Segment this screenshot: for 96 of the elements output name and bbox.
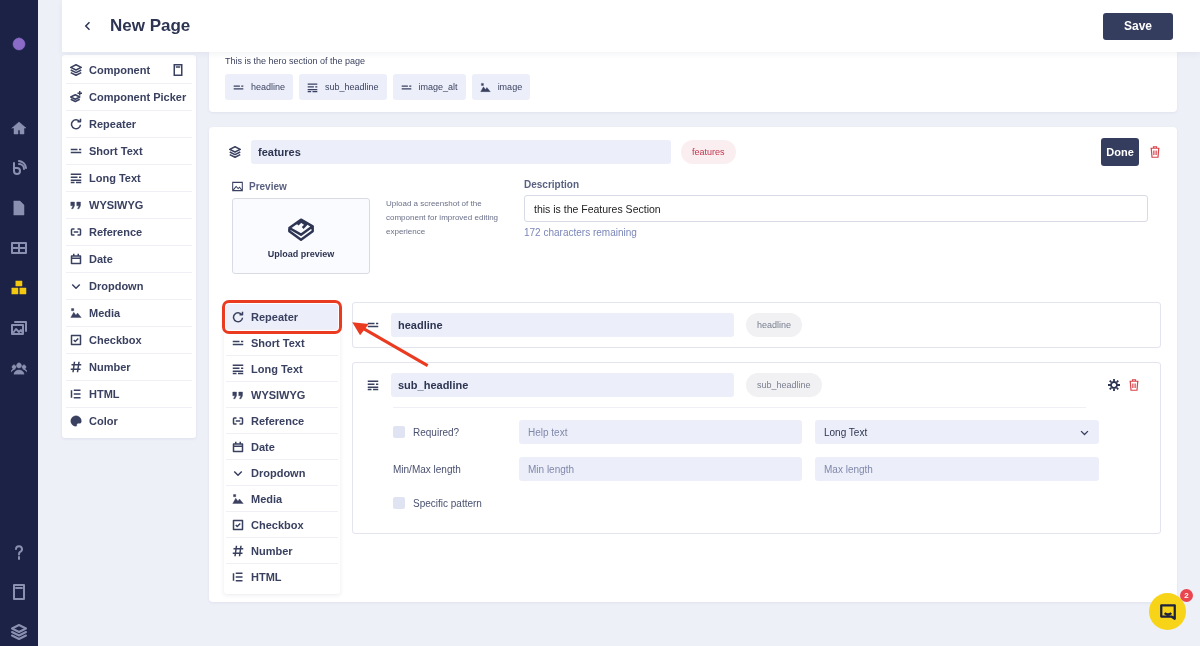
link-icon (232, 414, 244, 427)
min-max-label: Min/Max length (393, 463, 462, 475)
cubes-icon[interactable] (11, 280, 27, 296)
grid-icon[interactable] (11, 240, 27, 256)
lines-icon (307, 81, 319, 93)
palette-item[interactable]: Dropdown (66, 273, 192, 300)
logo-icon[interactable] (11, 36, 27, 52)
image-icon (232, 180, 243, 192)
list-icon (70, 388, 82, 400)
type-select[interactable]: Long Text (815, 420, 1099, 444)
settings-icon[interactable] (1108, 379, 1120, 391)
field-name-field[interactable]: sub_headline (391, 373, 734, 397)
required-label: Required? (413, 426, 460, 438)
help-text-field[interactable]: Help text (519, 420, 802, 444)
users-icon[interactable] (11, 360, 27, 376)
lines-icon (70, 172, 82, 184)
page-title: New Page (110, 16, 192, 36)
description-field[interactable]: this is the Features Section (524, 195, 1148, 222)
hash-icon (70, 361, 82, 373)
palette-item[interactable]: Component Picker (66, 84, 192, 111)
link-icon (70, 226, 82, 238)
palette-icon (70, 415, 82, 427)
api-id-badge: features (681, 140, 736, 164)
max-length-field[interactable]: Max length (815, 457, 1099, 481)
field-type-item[interactable]: WYSIWYG (226, 382, 338, 408)
layers-icon (70, 64, 82, 76)
save-button[interactable]: Save (1103, 12, 1173, 40)
trash-icon[interactable] (1128, 379, 1140, 391)
checkbox-icon (232, 518, 244, 531)
chat-button[interactable] (1149, 593, 1186, 630)
field-type-item[interactable]: Short Text (226, 330, 338, 356)
document-icon[interactable] (11, 200, 27, 216)
image-icon (232, 492, 244, 505)
field-type-item[interactable]: Reference (226, 408, 338, 434)
image-icon (479, 81, 491, 93)
home-icon[interactable] (11, 120, 27, 136)
palette-item[interactable]: Short Text (66, 138, 192, 165)
component-description: This is the hero section of the page (225, 56, 367, 66)
done-button[interactable]: Done (1101, 138, 1139, 166)
field-type-item[interactable]: Date (226, 434, 338, 460)
component-name-field[interactable]: features (251, 140, 671, 164)
field-type-item[interactable]: Long Text (226, 356, 338, 382)
image-icon (70, 307, 82, 319)
description-label: Description (524, 179, 580, 190)
feed-icon[interactable] (11, 160, 27, 176)
pattern-label: Specific pattern (413, 497, 482, 509)
book-icon[interactable] (11, 584, 27, 600)
quote-icon (232, 388, 244, 401)
images-icon[interactable] (11, 320, 27, 336)
checkbox-icon (70, 334, 82, 346)
palette-item[interactable]: HTML (66, 381, 192, 408)
palette-item[interactable]: Color (66, 408, 192, 434)
chat-icon (1158, 602, 1177, 621)
field-type-item[interactable]: Dropdown (226, 460, 338, 486)
layers-plus-icon (70, 91, 82, 103)
palette-item[interactable]: Checkbox (66, 327, 192, 354)
book-icon[interactable] (172, 64, 184, 76)
character-counter: 172 characters remaining (524, 227, 638, 238)
field-type-item[interactable]: HTML (226, 564, 338, 590)
lines-icon (232, 362, 244, 375)
quote-icon (70, 199, 82, 211)
refresh-icon (70, 118, 82, 130)
palette-item[interactable]: Media (66, 300, 192, 327)
field-chip[interactable]: image_alt (392, 74, 466, 100)
upload-preview-button[interactable]: Upload preview (232, 198, 370, 274)
palette-item[interactable]: WYSIWYG (66, 192, 192, 219)
palette-item[interactable]: Component (66, 57, 192, 84)
list-icon (232, 571, 244, 583)
api-id-badge: sub_headline (746, 373, 822, 397)
layers-icon[interactable] (11, 624, 27, 640)
required-checkbox[interactable] (393, 426, 405, 438)
palette-item[interactable]: Date (66, 246, 192, 273)
field-type-item[interactable]: Checkbox (226, 512, 338, 538)
calendar-icon (70, 253, 82, 265)
refresh-icon (232, 310, 244, 323)
lines-icon[interactable] (367, 379, 379, 391)
api-id-badge: headline (746, 313, 803, 337)
field-name-field[interactable]: headline (391, 313, 734, 337)
palette-item[interactable]: Long Text (66, 165, 192, 192)
palette-item[interactable]: Repeater (66, 111, 192, 138)
min-length-field[interactable]: Min length (519, 457, 802, 481)
field-type-item[interactable]: Media (226, 486, 338, 512)
pattern-checkbox[interactable] (393, 497, 405, 509)
palette-item[interactable]: Reference (66, 219, 192, 246)
field-chip[interactable]: sub_headline (299, 74, 387, 100)
field-chip[interactable]: image (471, 74, 531, 100)
preview-label: Preview (249, 180, 287, 192)
field-chip[interactable]: headline (225, 74, 294, 100)
layers-icon (229, 146, 241, 158)
notification-badge: 2 (1180, 589, 1193, 602)
calendar-icon (232, 440, 244, 453)
hash-icon (232, 544, 244, 557)
palette-item[interactable]: Number (66, 354, 192, 381)
field-type-item[interactable]: Number (226, 538, 338, 564)
upload-hint: Upload a screenshot of the component for improved editing experience (386, 198, 500, 238)
trash-icon[interactable] (1149, 146, 1161, 158)
